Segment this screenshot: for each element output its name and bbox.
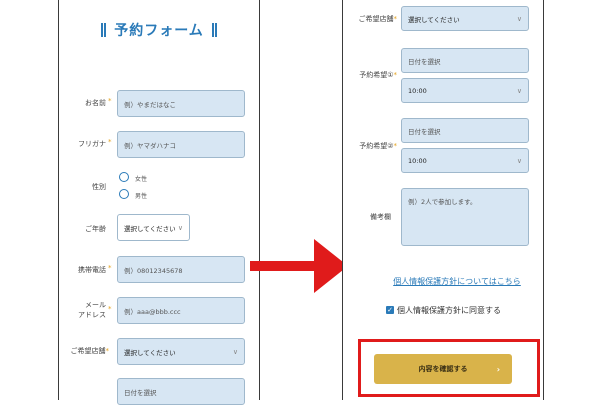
form-panel-left: 予約フォーム お名前 * 例）やまだはなこ フリガナ * 例）ヤマダハナコ 性別… (58, 0, 260, 405)
chevron-down-icon: ∨ (232, 347, 238, 356)
title-bar-icon (101, 23, 107, 37)
preference-1-label: 予約希望①* (359, 71, 398, 79)
name-label: お名前 (85, 99, 106, 107)
preference-2-date-input[interactable]: 日付を選択 (401, 118, 529, 143)
form-panel-right: ご希望店舗* 選択してください ∨ 予約希望①* 日付を選択 10:00 ∨ 予… (342, 0, 544, 400)
notes-textarea[interactable]: 例）2人で参加します。 (401, 188, 529, 246)
email-input[interactable]: 例）aaa@bbb.ccc (117, 297, 245, 324)
radio-male[interactable] (119, 189, 129, 199)
age-select[interactable]: 選択してください ∨ (117, 214, 190, 241)
required-mark-icon: * (108, 305, 112, 313)
title-bar-icon (211, 23, 217, 37)
preference-2-label: 予約希望②* (359, 142, 398, 150)
furigana-input[interactable]: 例）ヤマダハナコ (117, 131, 245, 158)
required-mark-icon: * (393, 71, 398, 79)
gender-label: 性別 (92, 183, 106, 191)
radio-male-label: 男性 (135, 193, 148, 200)
email-label: メール アドレス (78, 301, 106, 319)
confirm-button[interactable]: 内容を確認する › (374, 354, 512, 384)
chevron-down-icon: ∨ (177, 223, 183, 232)
required-mark-icon: * (105, 347, 110, 355)
radio-female-label: 女性 (135, 176, 148, 183)
preference-1-date-input[interactable]: 日付を選択 (401, 48, 529, 73)
phone-input[interactable]: 例）08012345678 (117, 256, 245, 283)
form-title: 予約フォーム (59, 20, 259, 40)
date-input[interactable]: 日付を選択 (117, 378, 245, 405)
age-label: ご年齢 (85, 225, 106, 233)
privacy-policy-link[interactable]: 個人情報保護方針についてはこちら (343, 276, 543, 287)
required-mark-icon: * (108, 138, 112, 146)
store-label: ご希望店舗* (70, 347, 110, 355)
required-mark-icon: * (393, 142, 398, 150)
store-select[interactable]: 選択してください ∨ (117, 338, 245, 365)
required-mark-icon: * (108, 264, 112, 272)
required-mark-icon: * (393, 15, 398, 23)
chevron-down-icon: ∨ (516, 86, 522, 95)
preference-2-time-select[interactable]: 10:00 ∨ (401, 148, 529, 173)
phone-label: 携帯電話 (78, 266, 106, 274)
checkbox-check-icon: ✓ (387, 306, 393, 314)
chevron-down-icon: ∨ (516, 14, 522, 23)
furigana-label: フリガナ (78, 140, 106, 148)
radio-female[interactable] (119, 172, 129, 182)
required-mark-icon: * (108, 97, 112, 105)
name-input[interactable]: 例）やまだはなこ (117, 90, 245, 117)
chevron-down-icon: ∨ (516, 156, 522, 165)
right-arrow-icon: › (496, 364, 500, 374)
consent-checkbox[interactable]: ✓ (386, 306, 394, 314)
right-arrow-icon (250, 239, 348, 293)
consent-label: 個人情報保護方針に同意する (397, 306, 501, 315)
notes-label: 備考欄 (370, 213, 391, 221)
store-select[interactable]: 選択してください ∨ (401, 6, 529, 31)
preference-1-time-select[interactable]: 10:00 ∨ (401, 78, 529, 103)
store-label: ご希望店舗* (358, 15, 398, 23)
